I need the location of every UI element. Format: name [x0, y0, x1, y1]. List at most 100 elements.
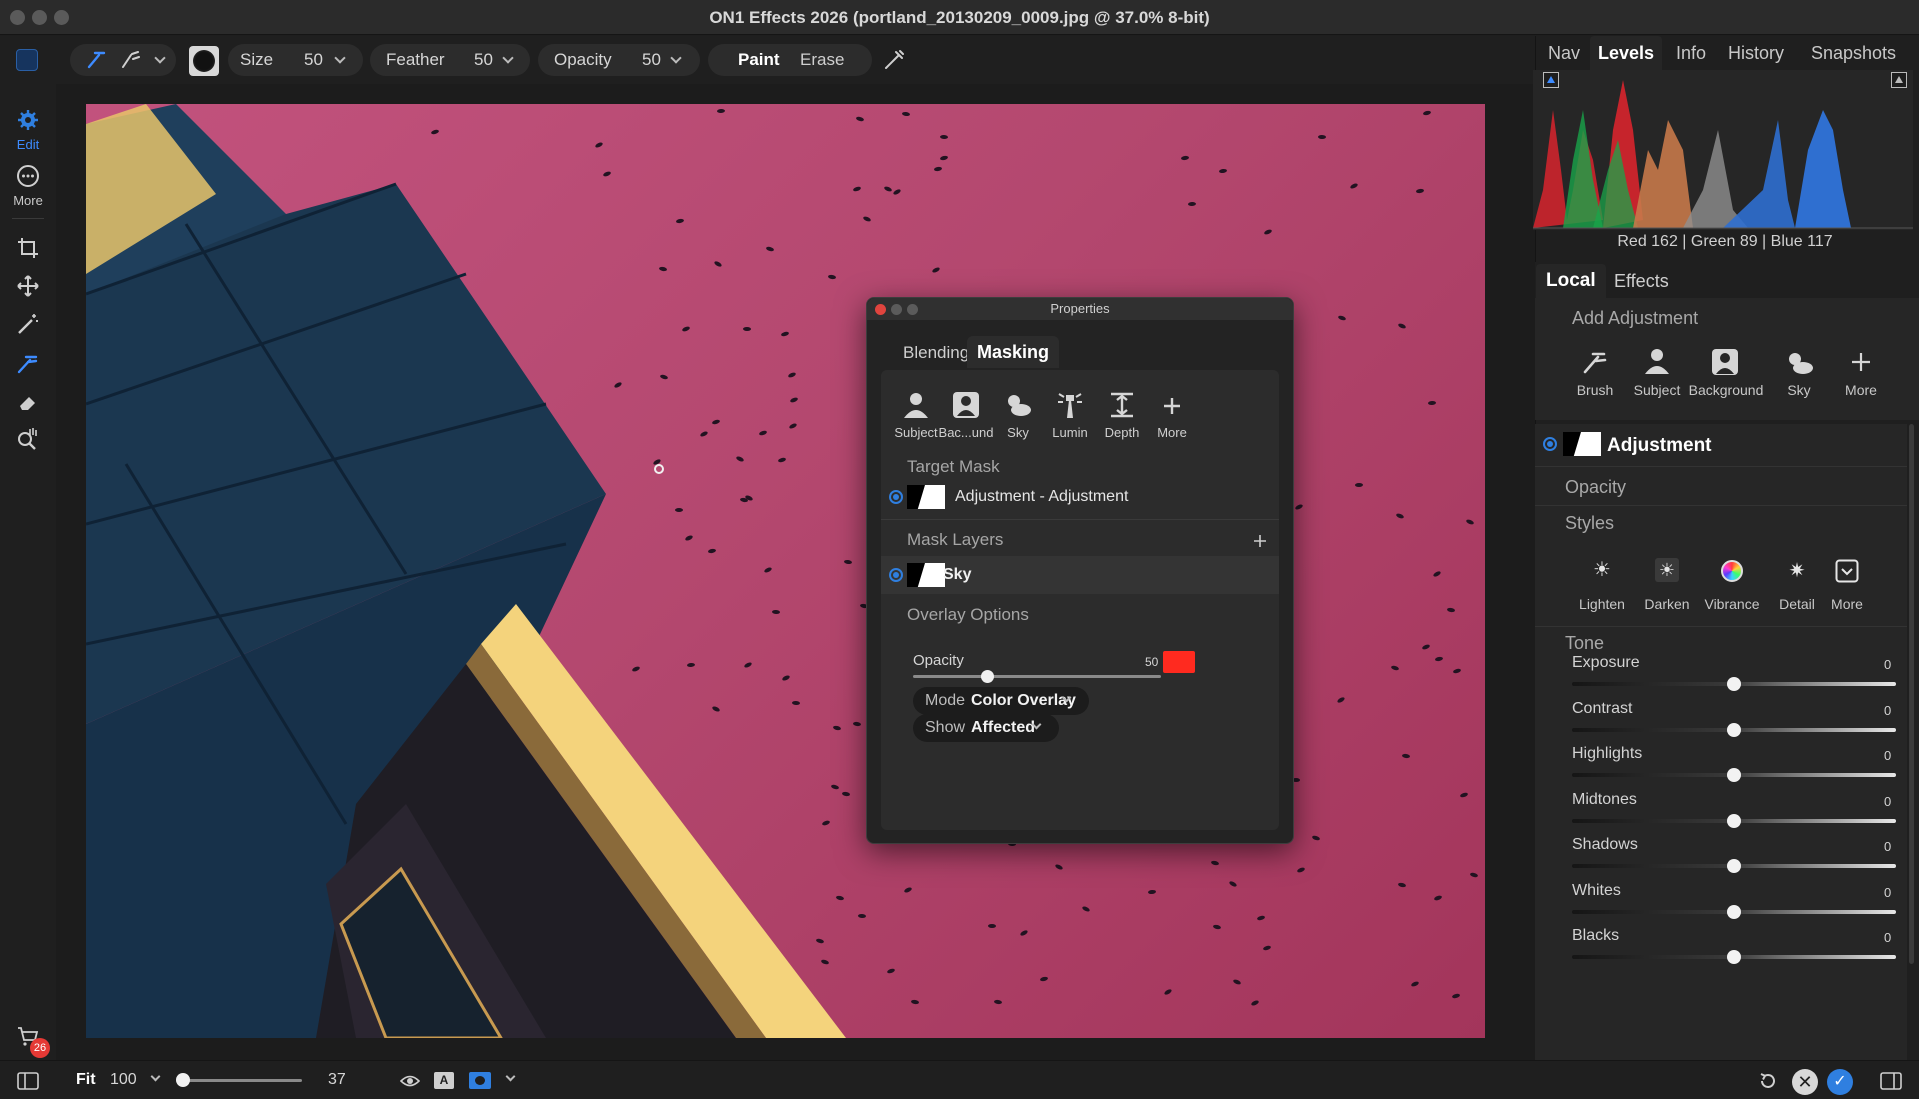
background-icon[interactable]: [1711, 348, 1739, 376]
more-options-icon[interactable]: [16, 164, 40, 188]
mask-tool-lumin[interactable]: Lumin: [1040, 425, 1100, 440]
tone-slider-value[interactable]: 0: [1884, 794, 1893, 809]
zoom-level[interactable]: 100: [110, 1071, 137, 1089]
pen-pressure-icon[interactable]: [882, 48, 906, 72]
plus-icon[interactable]: [1849, 350, 1873, 374]
zoom-hand-icon[interactable]: [16, 426, 40, 450]
detail-icon[interactable]: ✷: [1786, 560, 1808, 582]
adjustment-mask-thumbnail[interactable]: [1563, 432, 1601, 456]
subject-icon[interactable]: [1644, 348, 1670, 374]
clipping-right-icon[interactable]: [1891, 72, 1907, 88]
sky-icon[interactable]: [1784, 350, 1814, 376]
edit-label[interactable]: Edit: [0, 137, 56, 152]
tone-slider-value[interactable]: 0: [1884, 703, 1893, 718]
style-more[interactable]: More: [1812, 596, 1882, 612]
feather-control[interactable]: Feather 50: [370, 44, 530, 76]
mode-dropdown[interactable]: Mode Color Overlay: [913, 687, 1089, 715]
paint-mode-button[interactable]: Paint: [738, 50, 780, 70]
luminosity-icon[interactable]: [1055, 390, 1085, 420]
style-lighten[interactable]: Lighten: [1567, 596, 1637, 612]
tone-heading[interactable]: Tone: [1565, 633, 1604, 654]
feather-value[interactable]: 50: [474, 50, 493, 70]
fit-button[interactable]: Fit: [76, 1071, 96, 1089]
styles-label[interactable]: Styles: [1565, 513, 1614, 534]
vibrance-icon[interactable]: [1721, 560, 1743, 582]
tone-slider-value[interactable]: 0: [1884, 748, 1893, 763]
canvas-area[interactable]: [56, 84, 1535, 1060]
tab-nav[interactable]: Nav: [1548, 43, 1580, 64]
tone-slider-knob[interactable]: [1727, 859, 1741, 873]
crop-icon[interactable]: [16, 236, 40, 260]
adjustment-opacity-label[interactable]: Opacity: [1565, 477, 1626, 498]
clipping-left-icon[interactable]: [1543, 72, 1559, 88]
tone-slider-value[interactable]: 0: [1884, 839, 1893, 854]
tab-masking[interactable]: Masking: [967, 336, 1060, 368]
mask-layer-radio[interactable]: [889, 568, 903, 582]
move-icon[interactable]: [16, 274, 40, 298]
chevron-down-icon[interactable]: [505, 1071, 516, 1082]
brush-icon[interactable]: [1582, 350, 1608, 376]
target-mask-row[interactable]: Adjustment - Adjustment: [881, 478, 1279, 516]
overlay-color-swatch[interactable]: [1163, 651, 1195, 673]
toggle-left-panel-icon[interactable]: [17, 1072, 39, 1090]
properties-titlebar[interactable]: Properties: [867, 298, 1293, 320]
size-control[interactable]: Size 50: [228, 44, 363, 76]
tone-slider-knob[interactable]: [1727, 722, 1741, 737]
tab-levels[interactable]: Levels: [1598, 43, 1654, 64]
tone-slider-knob[interactable]: [1727, 950, 1741, 964]
magic-wand-icon[interactable]: [16, 312, 40, 336]
adjustment-title[interactable]: Adjustment: [1607, 435, 1712, 457]
mask-layer-row-sky[interactable]: Sky: [881, 556, 1279, 594]
depth-icon[interactable]: [1107, 390, 1137, 420]
background-icon[interactable]: [951, 390, 981, 420]
tone-slider-knob[interactable]: [1727, 813, 1741, 828]
reset-icon[interactable]: [1758, 1071, 1778, 1091]
more-label[interactable]: More: [0, 193, 56, 208]
brush-preview[interactable]: [189, 46, 219, 76]
style-vibrance[interactable]: Vibrance: [1697, 596, 1767, 612]
erase-mode-button[interactable]: Erase: [800, 50, 844, 70]
chevron-down-icon[interactable]: [150, 1071, 161, 1082]
style-darken[interactable]: Darken: [1632, 596, 1702, 612]
zoom-slider-knob[interactable]: [176, 1073, 190, 1087]
add-mask-layer-icon[interactable]: [1253, 534, 1267, 548]
panel-scrollbar[interactable]: [1909, 424, 1914, 964]
target-mask-radio[interactable]: [889, 490, 903, 504]
overlay-opacity-track[interactable]: [913, 675, 1161, 678]
tone-slider-value[interactable]: 0: [1884, 657, 1893, 672]
show-dropdown[interactable]: Show Affected: [913, 714, 1059, 742]
edit-gear-icon[interactable]: [16, 108, 40, 132]
mask-tool-sky[interactable]: Sky: [988, 425, 1048, 440]
adjustment-active-radio[interactable]: [1543, 437, 1557, 451]
tab-history[interactable]: History: [1728, 43, 1784, 64]
preview-eye-icon[interactable]: [400, 1074, 420, 1088]
plus-icon[interactable]: [1157, 390, 1187, 420]
add-background-button[interactable]: Background: [1681, 382, 1771, 398]
tab-blending[interactable]: Blending: [903, 343, 969, 363]
mask-view-icon[interactable]: [469, 1072, 491, 1089]
brush-opacity-control[interactable]: Opacity 50: [538, 44, 700, 76]
tab-info[interactable]: Info: [1676, 43, 1706, 64]
zoom-slider-track[interactable]: [180, 1079, 302, 1082]
mask-tool-more[interactable]: More: [1142, 425, 1202, 440]
lighten-icon[interactable]: ☀: [1592, 560, 1612, 580]
overlay-opacity-knob[interactable]: [981, 670, 995, 683]
tone-slider-value[interactable]: 0: [1884, 885, 1893, 900]
apply-button[interactable]: ✓: [1827, 1069, 1853, 1095]
tab-local[interactable]: Local: [1546, 270, 1596, 292]
cancel-button[interactable]: ✕: [1792, 1069, 1818, 1095]
retouch-eraser-icon[interactable]: [16, 390, 40, 414]
tone-slider-value[interactable]: 0: [1884, 930, 1893, 945]
add-sky-button[interactable]: Sky: [1764, 382, 1834, 398]
tone-slider-knob[interactable]: [1727, 677, 1741, 691]
tab-effects[interactable]: Effects: [1614, 271, 1669, 292]
brush-tool-icon[interactable]: [16, 352, 40, 376]
size-value[interactable]: 50: [304, 50, 323, 70]
darken-icon[interactable]: ☀: [1655, 558, 1679, 582]
brush-type-picker[interactable]: [70, 44, 176, 76]
opacity-value[interactable]: 50: [642, 50, 661, 70]
more-styles-icon[interactable]: [1835, 559, 1859, 583]
subject-icon[interactable]: [901, 390, 931, 420]
tone-slider-knob[interactable]: [1727, 768, 1741, 782]
add-brush-button[interactable]: Brush: [1560, 382, 1630, 398]
